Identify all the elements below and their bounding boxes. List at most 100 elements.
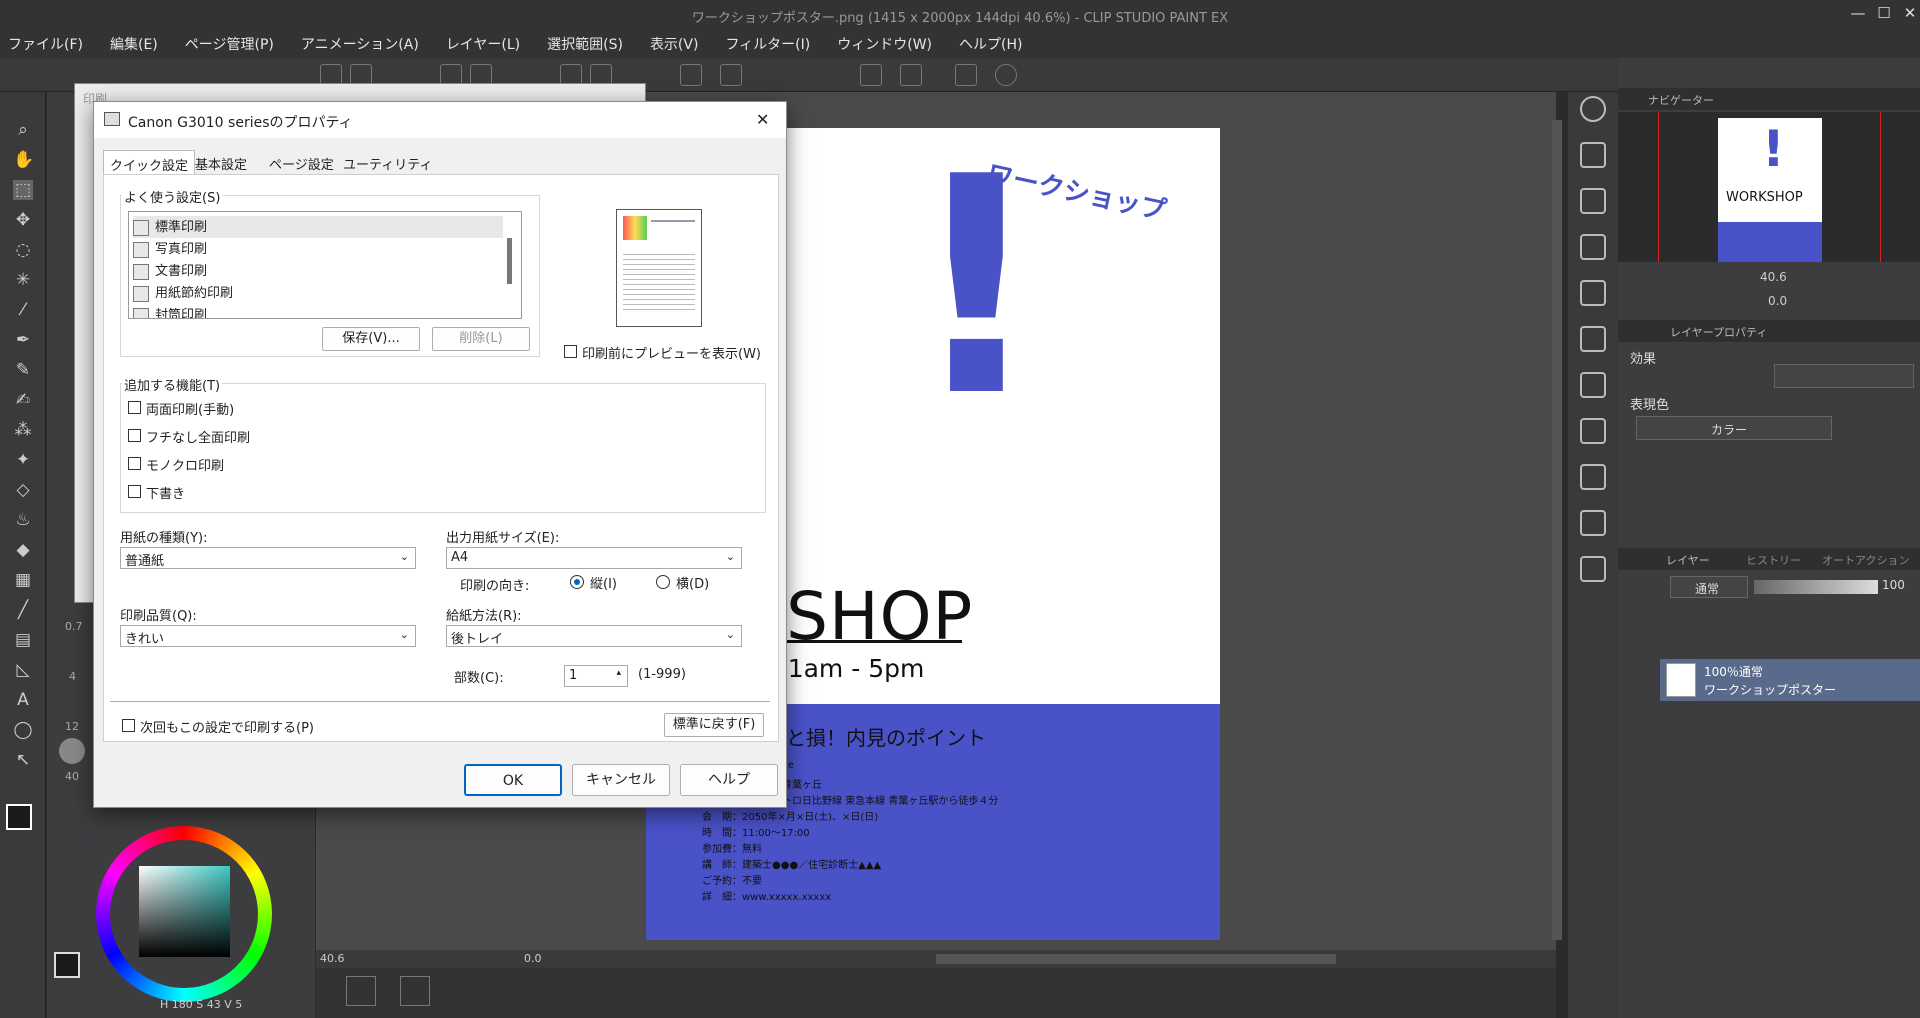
ruler-icon[interactable]: [860, 64, 882, 86]
brush-size-preview[interactable]: [59, 738, 85, 764]
menu-edit[interactable]: 編集(E): [110, 34, 158, 54]
zoom-icon[interactable]: ⌕: [13, 120, 33, 140]
always-print-checkbox[interactable]: [122, 719, 135, 732]
person-icon[interactable]: [1580, 556, 1606, 582]
balloon-icon[interactable]: ◺: [13, 660, 33, 680]
delete-button[interactable]: 削除(L): [432, 327, 530, 351]
angle-readout[interactable]: 0.0: [524, 952, 542, 965]
help-button[interactable]: ヘルプ: [680, 764, 778, 796]
list-item[interactable]: 写真印刷: [133, 238, 503, 260]
stamp-icon[interactable]: [1580, 510, 1606, 536]
list-item[interactable]: 封筒印刷: [133, 304, 503, 318]
copy-icon[interactable]: [1580, 188, 1606, 214]
layer-row[interactable]: 100％通常 ワークショップポスター: [1660, 659, 1920, 701]
tab-page-setup[interactable]: ページ設定: [263, 150, 340, 174]
export-icon[interactable]: [1580, 418, 1606, 444]
menu-file[interactable]: ファイル(F): [8, 34, 83, 54]
list-scrollbar[interactable]: [507, 238, 512, 284]
device-icon[interactable]: [955, 64, 977, 86]
clear-icon[interactable]: [1580, 142, 1606, 168]
borderless-checkbox[interactable]: [128, 429, 141, 442]
operation-icon[interactable]: ⬚: [13, 180, 33, 200]
minimize-button[interactable]: —: [1846, 4, 1870, 26]
vertical-scrollbar[interactable]: [1552, 120, 1562, 940]
speech-icon[interactable]: ◯: [13, 720, 33, 740]
eyedropper-icon[interactable]: ⁄: [13, 300, 33, 320]
fill-bucket-icon[interactable]: ◆: [13, 540, 33, 560]
menu-page[interactable]: ページ管理(P): [185, 34, 274, 54]
tab-utility[interactable]: ユーティリティ: [337, 150, 438, 174]
menu-window[interactable]: ウィンドウ(W): [837, 34, 932, 54]
effect-buttons[interactable]: [1774, 364, 1914, 388]
ok-button[interactable]: OK: [464, 764, 562, 796]
menu-animation[interactable]: アニメーション(A): [301, 34, 419, 54]
menu-filter[interactable]: フィルター(I): [725, 34, 810, 54]
duplex-checkbox[interactable]: [128, 401, 141, 414]
frame-icon[interactable]: ▤: [13, 630, 33, 650]
gradient-icon[interactable]: ▦: [13, 570, 33, 590]
opacity-value[interactable]: 100: [1882, 578, 1905, 592]
help-icon[interactable]: [995, 64, 1017, 86]
hand-icon[interactable]: ✋: [13, 150, 34, 170]
delete-icon[interactable]: [1580, 234, 1606, 260]
fill-icon[interactable]: [680, 64, 702, 86]
tab-quick-setup[interactable]: クイック設定: [103, 150, 196, 174]
airbrush-icon[interactable]: ⁂: [13, 420, 33, 440]
blend-mode-select[interactable]: 通常: [1670, 576, 1748, 598]
tab-auto-action[interactable]: オートアクション: [1822, 552, 1909, 568]
horizontal-scrollbar[interactable]: [936, 954, 1336, 964]
monochrome-checkbox[interactable]: [128, 457, 141, 470]
transform-icon[interactable]: [720, 64, 742, 86]
close-window-button[interactable]: ✕: [1898, 4, 1920, 26]
magic-wand-icon[interactable]: ✳: [13, 270, 33, 290]
draft-checkbox[interactable]: [128, 485, 141, 498]
search-icon[interactable]: [1580, 96, 1606, 122]
tab-main[interactable]: 基本設定: [189, 150, 253, 174]
brush-icon[interactable]: ✍: [13, 390, 33, 410]
cancel-button[interactable]: キャンセル: [572, 764, 670, 796]
pen-icon[interactable]: ✒: [13, 330, 33, 350]
navigator-view[interactable]: ! WORKSHOP: [1618, 112, 1920, 262]
tone-icon[interactable]: [1580, 280, 1606, 306]
pencil-icon[interactable]: ✎: [13, 360, 33, 380]
decoration-icon[interactable]: ✦: [13, 450, 33, 470]
tab-layer[interactable]: レイヤー: [1666, 552, 1710, 568]
maximize-button[interactable]: ☐: [1872, 4, 1896, 26]
nav-angle-value[interactable]: 0.0: [1768, 294, 1787, 308]
tab-history[interactable]: ヒストリー: [1746, 552, 1801, 568]
paper-source-select[interactable]: 後トレイ ⌄: [446, 625, 742, 647]
landscape-radio[interactable]: [656, 575, 670, 589]
panel-toggle-icon[interactable]: [346, 976, 376, 1006]
expression-color-select[interactable]: カラー: [1636, 416, 1832, 440]
blend-icon[interactable]: ♨: [13, 510, 33, 530]
media-type-select[interactable]: 普通紙 ⌄: [120, 547, 416, 569]
panel-settings-icon[interactable]: [400, 976, 430, 1006]
preview-before-print-checkbox[interactable]: [564, 345, 577, 358]
zoom-readout[interactable]: 40.6: [320, 952, 345, 965]
opacity-slider[interactable]: [1754, 580, 1878, 594]
text-icon[interactable]: A: [13, 690, 33, 710]
main-color-swatch[interactable]: [6, 804, 32, 830]
copies-input[interactable]: 1 ▴: [564, 665, 628, 687]
menu-view[interactable]: 表示(V): [650, 34, 699, 54]
portrait-radio[interactable]: [570, 575, 584, 589]
defaults-button[interactable]: 標準に戻す(F): [664, 713, 764, 737]
snap-icon[interactable]: [900, 64, 922, 86]
dialog-close-button[interactable]: ✕: [756, 110, 769, 129]
color-saturation-square[interactable]: [139, 866, 230, 957]
menu-help[interactable]: ヘルプ(H): [959, 34, 1022, 54]
paper-size-select[interactable]: A4 ⌄: [446, 547, 742, 569]
quality-select[interactable]: きれい ⌄: [120, 625, 416, 647]
save-button[interactable]: 保存(V)...: [322, 327, 420, 351]
color-main-swatch[interactable]: [54, 952, 80, 978]
favorites-list[interactable]: 標準印刷 写真印刷 文書印刷 用紙節約印刷 封筒印刷: [128, 211, 522, 319]
nav-zoom-value[interactable]: 40.6: [1760, 270, 1787, 284]
menu-layer[interactable]: レイヤー(L): [446, 34, 520, 54]
edit-icon[interactable]: [1580, 464, 1606, 490]
list-item[interactable]: 文書印刷: [133, 260, 503, 282]
list-item[interactable]: 用紙節約印刷: [133, 282, 503, 304]
move-icon[interactable]: ✥: [13, 210, 33, 230]
layer-new-icon[interactable]: [1580, 326, 1606, 352]
lasso-icon[interactable]: ◌: [13, 240, 33, 260]
eraser-icon[interactable]: ◇: [13, 480, 33, 500]
